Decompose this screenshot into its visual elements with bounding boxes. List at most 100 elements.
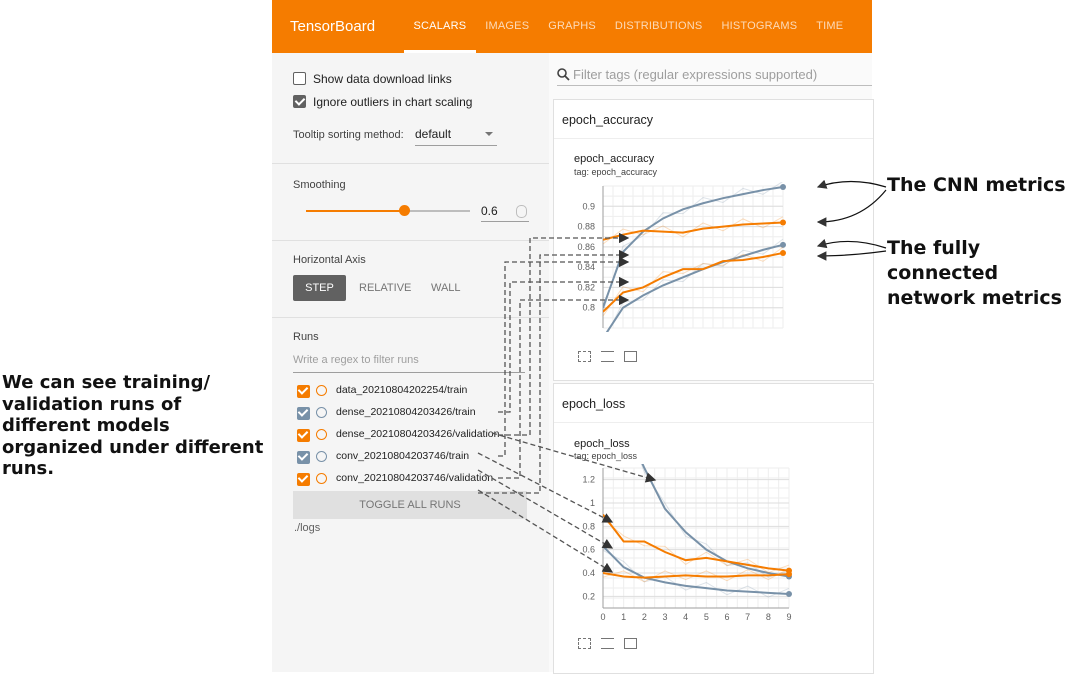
- x-tick-label: 8: [766, 612, 771, 622]
- data-table-icon[interactable]: [601, 351, 614, 362]
- series-end-point: [780, 249, 786, 256]
- runs-label: Runs: [293, 331, 319, 343]
- run-name: dense_20210804203426/train: [336, 406, 476, 418]
- card-header[interactable]: epoch_loss: [554, 384, 873, 423]
- x-tick-label: 4: [683, 612, 688, 622]
- chart-tag: tag: epoch_loss: [574, 451, 638, 461]
- chart-title: epoch_accuracy: [574, 153, 655, 165]
- fc-metrics-annotation: The fully connected network metrics: [887, 237, 1062, 309]
- main-panel: Filter tags (regular expressions support…: [549, 53, 874, 674]
- fullscreen-icon[interactable]: [578, 351, 591, 362]
- search-icon: [557, 68, 570, 81]
- y-tick-label: 1: [590, 498, 595, 508]
- accuracy-card: epoch_accuracy epoch_accuracy tag: epoch…: [553, 99, 874, 381]
- filter-tags-placeholder: Filter tags (regular expressions support…: [573, 67, 818, 82]
- run-checkbox[interactable]: [297, 473, 310, 486]
- y-tick-label: 0.8: [582, 521, 595, 531]
- filter-tags-input[interactable]: Filter tags (regular expressions support…: [557, 65, 872, 86]
- smoothing-label: Smoothing: [293, 179, 346, 191]
- tooltip-sorting-label: Tooltip sorting method:: [293, 129, 404, 141]
- logdir-label: ./logs: [294, 522, 321, 534]
- run-color-icon[interactable]: [316, 385, 327, 396]
- runs-filter-placeholder: Write a regex to filter runs: [293, 354, 419, 366]
- chevron-down-icon: [485, 132, 493, 136]
- run-name: dense_20210804203426/validation: [336, 428, 500, 440]
- series-end-point: [780, 219, 786, 226]
- top-bar: TensorBoard SCALARS IMAGES GRAPHS DISTRI…: [272, 0, 872, 85]
- ignore-outliers-label: Ignore outliers in chart scaling: [313, 95, 473, 109]
- axis-wall-button[interactable]: WALL: [431, 275, 461, 301]
- run-checkbox[interactable]: [297, 407, 310, 420]
- y-tick-label: 0.6: [582, 545, 595, 555]
- tab-histograms[interactable]: HISTOGRAMS: [712, 0, 807, 53]
- series-end-point: [780, 241, 786, 248]
- tab-bar: SCALARS IMAGES GRAPHS DISTRIBUTIONS HIST…: [404, 0, 872, 85]
- card-header[interactable]: epoch_accuracy: [554, 100, 873, 139]
- card-title: epoch_accuracy: [562, 113, 654, 127]
- run-color-icon[interactable]: [316, 451, 327, 462]
- y-tick-label: 0.8: [582, 303, 595, 313]
- fit-domain-icon[interactable]: [624, 351, 637, 362]
- tab-images[interactable]: IMAGES: [476, 0, 539, 53]
- chart-toolbar: [578, 351, 637, 362]
- chart-title: epoch_loss: [574, 438, 630, 450]
- axis-relative-button[interactable]: RELATIVE: [359, 275, 411, 301]
- series-end-point: [786, 571, 792, 578]
- card-title: epoch_loss: [562, 397, 626, 411]
- x-tick-label: 1: [621, 612, 626, 622]
- x-tick-label: 3: [662, 612, 667, 622]
- y-tick-label: 0.84: [577, 262, 595, 272]
- run-checkbox[interactable]: [297, 385, 310, 398]
- smoothing-slider-thumb[interactable]: [399, 205, 411, 216]
- run-name: data_20210804202254/train: [336, 384, 468, 396]
- tab-time-series[interactable]: TIME SERIES: [807, 0, 872, 85]
- chart-tag: tag: epoch_accuracy: [574, 167, 658, 177]
- tab-distributions[interactable]: DISTRIBUTIONS: [605, 0, 712, 53]
- ignore-outliers-checkbox[interactable]: [293, 95, 306, 108]
- x-tick-label: 9: [786, 612, 791, 622]
- tooltip-sorting-select[interactable]: default: [415, 127, 497, 146]
- tooltip-sorting-value: default: [415, 127, 452, 141]
- series-group: [603, 464, 792, 598]
- smoothing-section: Smoothing 0.6: [272, 163, 549, 240]
- loss-card: epoch_loss epoch_loss tag: epoch_loss 0.…: [553, 383, 874, 674]
- data-table-icon[interactable]: [601, 638, 614, 649]
- x-tick-label: 7: [745, 612, 750, 622]
- smoothing-input[interactable]: 0.6: [481, 202, 529, 222]
- run-color-icon[interactable]: [316, 473, 327, 484]
- loss-chart[interactable]: 0.2 0.4 0.6 0.8 1 1.2 0 1 2 3 4 5 6 7 8 9: [560, 464, 850, 644]
- axis-step-button[interactable]: STEP: [293, 275, 346, 301]
- run-color-icon[interactable]: [316, 429, 327, 440]
- run-checkbox[interactable]: [297, 429, 310, 442]
- runs-annotation: We can see training/ validation runs of …: [2, 372, 264, 479]
- sidebar: Show data download links Ignore outliers…: [272, 53, 549, 672]
- accuracy-chart[interactable]: 0.8 0.82 0.84 0.86 0.88 0.9: [560, 178, 850, 348]
- horizontal-axis-label: Horizontal Axis: [293, 254, 366, 266]
- run-name: conv_20210804203746/train: [336, 450, 470, 462]
- brand-title: TensorBoard: [290, 18, 376, 35]
- series-end-point: [780, 184, 786, 191]
- horizontal-axis-section: Horizontal Axis STEP RELATIVE WALL: [272, 240, 549, 317]
- y-tick-label: 0.82: [577, 282, 595, 292]
- smoothing-slider-fill: [306, 210, 405, 212]
- run-color-icon[interactable]: [316, 407, 327, 418]
- x-tick-label: 0: [600, 612, 605, 622]
- x-tick-label: 5: [704, 612, 709, 622]
- tab-graphs[interactable]: GRAPHS: [539, 0, 606, 53]
- run-name: conv_20210804203746/validation: [336, 472, 494, 484]
- x-tick-label: 2: [642, 612, 647, 622]
- tab-scalars[interactable]: SCALARS: [404, 0, 476, 53]
- tensorboard-app: TensorBoard SCALARS IMAGES GRAPHS DISTRI…: [272, 0, 874, 674]
- series-end-point: [786, 591, 792, 597]
- run-checkbox[interactable]: [297, 451, 310, 464]
- fullscreen-icon[interactable]: [578, 638, 591, 649]
- show-download-checkbox[interactable]: [293, 72, 306, 85]
- toggle-all-runs-button[interactable]: TOGGLE ALL RUNS: [293, 491, 527, 519]
- y-tick-label: 0.2: [582, 591, 595, 601]
- y-tick-label: 1.2: [582, 475, 595, 485]
- chart-toolbar: [578, 638, 637, 649]
- stepper-icon[interactable]: [516, 205, 527, 218]
- fit-domain-icon[interactable]: [624, 638, 637, 649]
- smoothing-value: 0.6: [481, 204, 498, 218]
- runs-filter-input[interactable]: Write a regex to filter runs: [293, 354, 525, 373]
